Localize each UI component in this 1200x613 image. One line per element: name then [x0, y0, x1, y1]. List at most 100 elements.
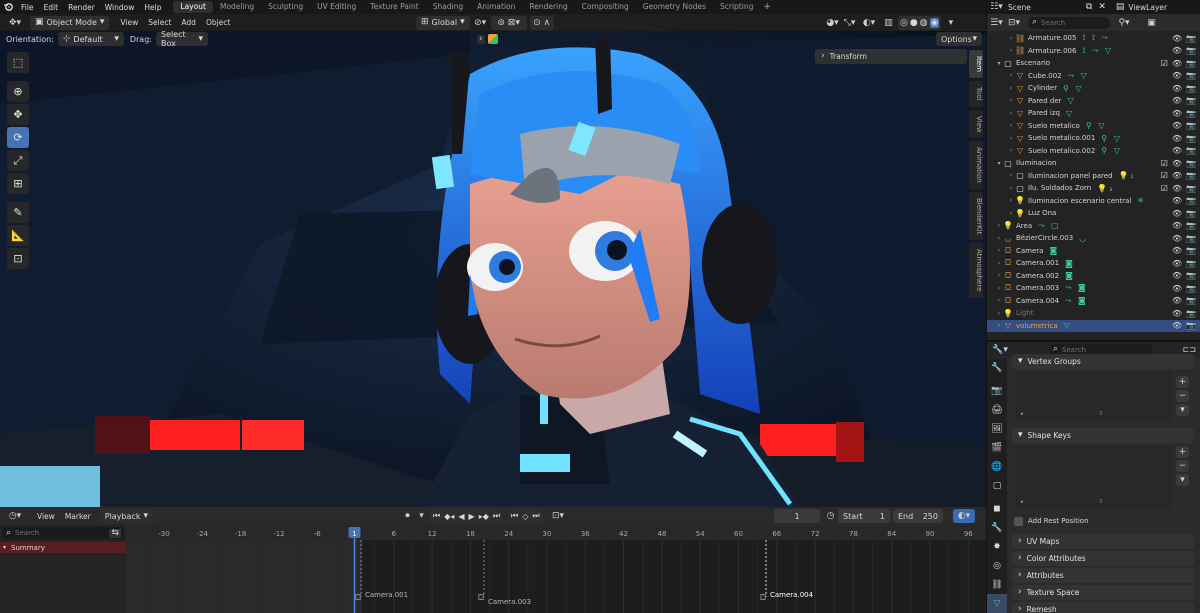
sidebar-tab-atmosphere[interactable]: Atmosphere — [969, 243, 983, 298]
add-rest-position-checkbox[interactable] — [1014, 516, 1023, 526]
chevron-right-icon[interactable]: › — [995, 322, 1003, 329]
drag-dropdown[interactable]: Select Box ▾ — [155, 30, 208, 48]
vertex-groups-panel-header[interactable]: ▾ Vertex Groups — [1012, 354, 1194, 369]
camera-render-icon[interactable]: 📷 — [1186, 171, 1196, 180]
chevron-right-icon[interactable]: › — [1007, 35, 1015, 42]
menu-help[interactable]: Help — [139, 3, 166, 12]
camera-render-icon[interactable]: 📷 — [1186, 284, 1196, 293]
blender-logo-icon[interactable] — [0, 2, 16, 12]
preview-range-icon[interactable]: ◷ — [823, 509, 838, 523]
panel-remesh[interactable]: › Remesh — [1012, 602, 1194, 613]
chevron-right-icon[interactable]: › — [1007, 110, 1015, 117]
overlay-icon[interactable]: ◐▾ — [859, 16, 879, 30]
camera-render-icon[interactable]: 📷 — [1186, 234, 1196, 243]
eye-icon[interactable]: 👁 — [1172, 109, 1182, 118]
material-shading-icon[interactable]: ◍ — [920, 18, 928, 28]
chevron-right-icon[interactable]: › — [995, 222, 1003, 229]
keying-dropdown-icon[interactable]: ▾ — [414, 509, 429, 523]
keying-set-icon[interactable]: ⊡▾ — [548, 509, 568, 523]
filter-icon[interactable]: ⚲▾ — [1114, 16, 1134, 30]
editor-type-icon[interactable]: ✥▾ — [4, 16, 26, 30]
menu-window[interactable]: Window — [100, 3, 140, 12]
eye-icon[interactable]: 👁 — [1172, 296, 1182, 305]
modifier-icons[interactable]: ⤳ ◙ — [1065, 283, 1088, 293]
transform-icon[interactable]: ⊞ — [7, 173, 29, 194]
eye-icon[interactable]: 👁 — [1172, 46, 1182, 55]
modifier-icons[interactable]: ⚲ ▽ — [1086, 121, 1107, 130]
sidebar-tab-tool[interactable]: Tool — [969, 80, 983, 107]
outliner-row[interactable]: › 💡 Luz Ona 👁 📷 — [987, 207, 1200, 220]
modifier-icons[interactable]: ▽ — [1064, 321, 1072, 330]
timeline-search-input[interactable] — [15, 529, 96, 537]
visibility-icon[interactable]: ◕▾ — [825, 16, 840, 30]
workspace-tab-compositing[interactable]: Compositing — [575, 1, 636, 13]
jump-keyframe-back-icon[interactable]: ◆◂ — [444, 512, 454, 521]
eye-icon[interactable]: 👁 — [1172, 309, 1182, 318]
jump-end-icon[interactable]: ⏭ — [493, 511, 500, 521]
eye-icon[interactable]: 👁 — [1172, 134, 1182, 143]
eye-icon[interactable]: 👁 — [1172, 121, 1182, 130]
rendered-shading-icon[interactable]: ◉ — [929, 17, 940, 28]
shape-keys-list[interactable]: ▸ ⠿ — [1016, 446, 1172, 508]
outliner-row[interactable]: › ▽ Pared der ▽ 👁 📷 — [987, 95, 1200, 108]
jump-keyframe-forward-icon[interactable]: ▸◆ — [479, 512, 489, 521]
properties-tab-scene-icon[interactable]: 🎬 — [987, 438, 1007, 457]
chevron-down-icon[interactable]: ▾ — [995, 60, 1003, 67]
marker-label[interactable]: Camera.004 — [770, 591, 814, 599]
outliner-row[interactable]: › ▽ Pared izq ▽ 👁 📷 — [987, 107, 1200, 120]
chevron-right-icon[interactable]: › — [995, 285, 1003, 292]
chevron-right-icon[interactable]: › — [1007, 197, 1015, 204]
outliner-row[interactable]: › 💡 Iluminacion escenario central ✳ 👁 📷 — [987, 195, 1200, 208]
play-icon[interactable]: ▶ — [469, 512, 475, 521]
snap-icon[interactable]: ⊚ ⊠▾ — [490, 15, 527, 30]
camera-render-icon[interactable]: 📷 — [1186, 96, 1196, 105]
sidebar-tab-blenderkit[interactable]: BlenderKit — [969, 191, 983, 241]
outliner-row[interactable]: › ▽ Suelo metalico ⚲ ▽ 👁 📷 — [987, 120, 1200, 133]
marker-camera-icon[interactable]: ⛋ — [355, 593, 361, 602]
camera-render-icon[interactable]: 📷 — [1186, 196, 1196, 205]
select-box-icon[interactable]: ⬚ — [7, 52, 29, 73]
view-layer-name[interactable]: ViewLayer — [1128, 3, 1167, 12]
workspace-tab-scripting[interactable]: Scripting — [713, 1, 760, 13]
properties-tab-render-icon[interactable]: 📷 — [987, 381, 1007, 400]
eye-icon[interactable]: 👁 — [1172, 209, 1182, 218]
summary-channel[interactable]: ▾ Summary — [0, 542, 126, 553]
modifier-icons[interactable]: ⟟ ⟟ ⤳ — [1082, 33, 1109, 43]
exclude-checkbox[interactable]: ☑ — [1161, 59, 1168, 68]
chevron-right-icon[interactable]: › — [1007, 135, 1015, 142]
menu-file[interactable]: File — [16, 3, 39, 12]
modifier-icons[interactable]: ⟟ ⤳ ▽ — [1082, 46, 1113, 56]
timeline-menu-marker[interactable]: Marker — [60, 512, 96, 521]
eye-icon[interactable]: 👁 — [1172, 246, 1182, 255]
modifier-icons[interactable]: ⤳ ▢ — [1038, 221, 1061, 231]
panel-color-attributes[interactable]: › Color Attributes — [1012, 551, 1194, 566]
timeline-menu-view[interactable]: View — [32, 512, 60, 521]
outliner-row[interactable]: › 💡 Area ⤳ ▢ 👁 📷 — [987, 220, 1200, 233]
outliner-row[interactable]: › ▢ Iluminacion panel pared 💡₂ ☑ 👁 📷 — [987, 170, 1200, 183]
list-resize-handle-icon[interactable]: ⠿ — [1099, 411, 1103, 417]
outliner-row[interactable]: › ▽ volumetrica ▽ 👁 📷 — [987, 319, 1200, 332]
outliner-editor-type-icon[interactable]: ☰▾ — [989, 16, 1004, 30]
menu-edit[interactable]: Edit — [39, 3, 64, 12]
scale-icon[interactable]: ⤢ — [7, 150, 29, 171]
sidebar-tab-animation[interactable]: Animation — [969, 141, 983, 189]
camera-render-icon[interactable]: 📷 — [1186, 146, 1196, 155]
modifier-icons[interactable]: ⚲ ▽ — [1101, 134, 1122, 143]
chevron-right-icon[interactable]: › — [995, 272, 1003, 279]
orientation-dropdown[interactable]: ⊹ Default ▾ — [57, 32, 124, 46]
proportional-edit-icon[interactable]: ⊙ ∧ — [529, 15, 554, 30]
chevron-right-icon[interactable]: › — [477, 34, 485, 44]
move-icon[interactable]: ✥ — [7, 104, 29, 125]
viewport-menu-object[interactable]: Object — [201, 18, 235, 27]
rotate-icon[interactable]: ⟳ — [7, 127, 29, 148]
outliner-row[interactable]: › 💡 Light 👁 📷 — [987, 307, 1200, 320]
camera-render-icon[interactable]: 📷 — [1186, 109, 1196, 118]
transform-orientation-dropdown[interactable]: ⊞ Global ▾ — [416, 15, 470, 30]
eye-icon[interactable]: 👁 — [1172, 146, 1182, 155]
exclude-checkbox[interactable]: ☑ — [1161, 184, 1168, 193]
timeline-editor-type-icon[interactable]: ◷▾ — [4, 509, 26, 523]
panel-uv-maps[interactable]: › UV Maps — [1012, 534, 1194, 549]
camera-render-icon[interactable]: 📷 — [1186, 209, 1196, 218]
previous-keyframe-icon[interactable]: ⏮ — [511, 511, 518, 521]
properties-tab-particles-icon[interactable]: ✸ — [987, 537, 1007, 556]
